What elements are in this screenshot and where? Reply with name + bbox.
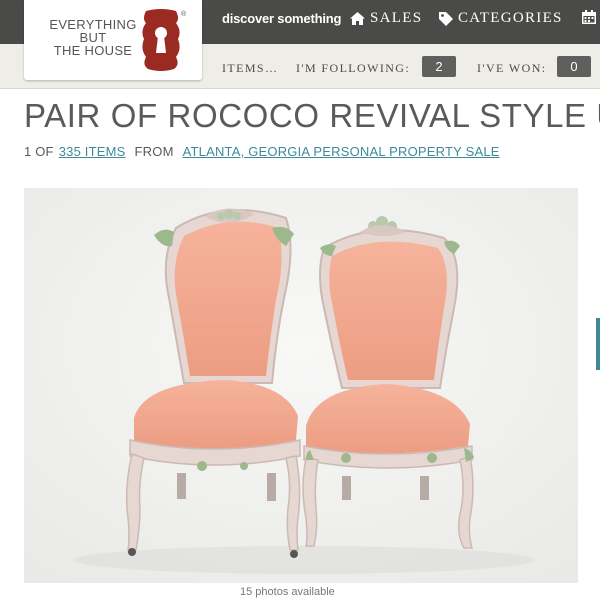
nav-categories[interactable]: CATEGORIES (439, 10, 563, 27)
keyhole-shield-icon (142, 9, 180, 71)
logo-wordmark: EVERYTHING BUT THE HOUSE (38, 18, 148, 57)
items-count-link[interactable]: 335 ITEMS (59, 144, 126, 159)
items-link[interactable]: ITEMS… (222, 61, 278, 76)
item-breadcrumb: 1 OF 335 ITEMS FROM ATLANTA, GEORGIA PERSON… (24, 144, 500, 159)
chairs-illustration (24, 188, 578, 583)
registered-mark: ® (181, 11, 187, 18)
nav-calendar[interactable] (582, 10, 596, 24)
item-title: PAIR OF ROCOCO REVIVAL STYLE U (24, 97, 600, 134)
site-logo[interactable]: EVERYTHING BUT THE HOUSE ® (24, 0, 202, 80)
from-label: FROM (134, 144, 174, 159)
photos-available-caption: 15 photos available (240, 586, 335, 598)
calendar-icon (582, 10, 596, 24)
nav-categories-label: CATEGORIES (458, 10, 563, 26)
logo-line-3: THE HOUSE (53, 43, 133, 58)
item-position: 1 OF (24, 144, 54, 159)
following-label[interactable]: I'M FOLLOWING: (296, 61, 410, 76)
item-photo[interactable] (24, 188, 578, 583)
nav-sales-label: SALES (370, 10, 423, 26)
tag-icon (439, 11, 453, 26)
won-label[interactable]: I'VE WON: (477, 61, 547, 76)
sale-link[interactable]: ATLANTA, GEORGIA PERSONAL PROPERTY SALE (183, 144, 500, 159)
nav-sales[interactable]: SALES (350, 10, 422, 27)
home-icon (350, 12, 365, 25)
sidebar-accent (596, 318, 600, 370)
won-count-badge[interactable]: 0 (557, 56, 591, 77)
following-count-badge[interactable]: 2 (422, 56, 456, 77)
discover-something-link[interactable]: discover something (222, 11, 341, 26)
